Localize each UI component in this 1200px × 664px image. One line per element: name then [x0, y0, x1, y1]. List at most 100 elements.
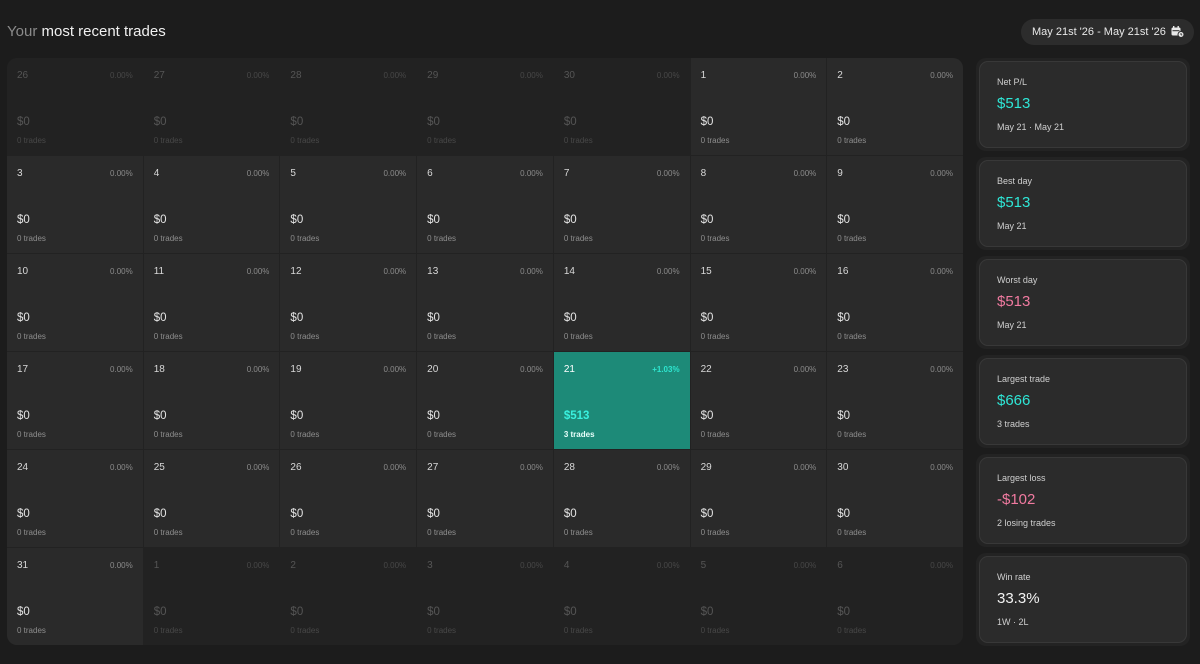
day-percent: 0.00% [656, 267, 680, 276]
day-trade-count: 0 trades [563, 234, 593, 243]
calendar-day-cell[interactable]: 10 0.00% $0 0 trades [7, 254, 143, 351]
calendar-day-cell[interactable]: 5 0.00% $0 0 trades [690, 548, 827, 645]
calendar-day-cell[interactable]: 2 0.00% $0 0 trades [280, 548, 417, 645]
day-trade-count: 0 trades [563, 626, 593, 635]
calendar-day-cell[interactable]: 27 0.00% $0 0 trades [417, 450, 553, 547]
stat-value: 33.3% [997, 590, 1040, 607]
calendar-day-cell[interactable]: 29 0.00% $0 0 trades [690, 450, 827, 547]
day-percent: 0.00% [930, 71, 953, 80]
date-range-picker[interactable]: May 21st '26 - May 21st '26 [1021, 19, 1194, 45]
stat-subtext: May 21 · May 21 [997, 122, 1065, 132]
day-number: 21 [563, 364, 575, 375]
calendar-day-cell[interactable]: 24 0.00% $0 0 trades [7, 450, 143, 547]
day-percent: 0.00% [656, 561, 680, 570]
calendar-day-cell[interactable]: 20 0.00% $0 0 trades [417, 352, 553, 449]
calendar-day-cell[interactable]: 5 0.00% $0 0 trades [280, 156, 417, 253]
day-amount: $0 [17, 214, 30, 226]
stat-label: Best day [997, 176, 1033, 186]
day-percent: 0.00% [246, 169, 270, 178]
calendar-day-cell[interactable]: 14 0.00% $0 0 trades [553, 254, 690, 351]
calendar-day-cell[interactable]: 31 0.00% $0 0 trades [7, 548, 143, 645]
page-title: Your most recent trades [7, 23, 166, 41]
calendar-day-cell[interactable]: 9 0.00% $0 0 trades [827, 156, 963, 253]
calendar-day-cell[interactable]: 23 0.00% $0 0 trades [827, 352, 963, 449]
day-amount: $0 [427, 410, 440, 422]
calendar-day-cell[interactable]: 13 0.00% $0 0 trades [417, 254, 553, 351]
calendar-day-cell[interactable]: 27 0.00% $0 0 trades [143, 58, 280, 155]
day-trade-count: 0 trades [290, 430, 320, 439]
calendar-grid: 26 0.00% $0 0 trades 27 0.00% $0 0 trades 28 0.00… [7, 58, 963, 645]
calendar-day-cell[interactable]: 6 0.00% $0 0 trades [417, 156, 553, 253]
day-number: 28 [290, 70, 302, 81]
day-amount: $0 [700, 508, 714, 520]
day-percent: 0.00% [656, 71, 680, 80]
day-amount: $0 [17, 312, 30, 324]
day-amount: $0 [427, 606, 440, 618]
calendar-day-cell[interactable]: 30 0.00% $0 0 trades [553, 58, 690, 155]
day-amount: $0 [563, 116, 577, 128]
day-number: 2 [290, 560, 296, 571]
stat-label: Largest trade [997, 374, 1051, 384]
calendar-day-cell[interactable]: 1 0.00% $0 0 trades [690, 58, 827, 155]
calendar-day-cell[interactable]: 19 0.00% $0 0 trades [280, 352, 417, 449]
calendar-day-cell[interactable]: 4 0.00% $0 0 trades [553, 548, 690, 645]
calendar-day-cell[interactable]: 12 0.00% $0 0 trades [280, 254, 417, 351]
calendar-day-cell[interactable]: 22 0.00% $0 0 trades [690, 352, 827, 449]
day-trade-count: 0 trades [563, 528, 593, 537]
stat-card-largest-trade: Largest trade $666 3 trades [976, 355, 1190, 448]
day-percent: 0.00% [656, 463, 680, 472]
stats-panel: Net P/L $513 May 21 · May 21 Best day $513 Ma… [976, 58, 1190, 652]
calendar-day-cell[interactable]: 1 0.00% $0 0 trades [143, 548, 280, 645]
page-title-main: most recent trades [41, 23, 166, 40]
calendar-day-cell[interactable]: 15 0.00% $0 0 trades [690, 254, 827, 351]
calendar-day-cell[interactable]: 2 0.00% $0 0 trades [827, 58, 963, 155]
calendar-day-cell[interactable]: 3 0.00% $0 0 trades [7, 156, 143, 253]
stat-value: -$102 [997, 491, 1036, 508]
calendar-day-cell[interactable]: 6 0.00% $0 0 trades [827, 548, 963, 645]
day-trade-count: 0 trades [700, 234, 730, 243]
calendar-day-cell[interactable]: 16 0.00% $0 0 trades [827, 254, 963, 351]
day-number: 3 [17, 168, 23, 179]
calendar-day-cell[interactable]: 8 0.00% $0 0 trades [690, 156, 827, 253]
calendar-day-cell[interactable]: 17 0.00% $0 0 trades [7, 352, 143, 449]
day-number: 15 [700, 266, 712, 277]
day-trade-count: 3 trades [563, 430, 595, 439]
stat-card-inner: Best day $513 May 21 [979, 160, 1187, 247]
day-percent: 0.00% [383, 169, 407, 178]
day-amount: $0 [837, 312, 851, 324]
day-percent: 0.00% [110, 71, 133, 80]
day-amount: $0 [17, 606, 30, 618]
calendar-day-cell[interactable]: 26 0.00% $0 0 trades [280, 450, 417, 547]
day-percent: 0.00% [110, 169, 133, 178]
day-trade-count: 0 trades [153, 136, 183, 145]
day-number: 22 [700, 364, 712, 375]
day-number: 12 [290, 266, 302, 277]
day-trade-count: 0 trades [427, 626, 457, 635]
calendar-day-cell[interactable]: 29 0.00% $0 0 trades [417, 58, 553, 155]
day-number: 6 [427, 168, 433, 179]
calendar-day-cell[interactable]: 7 0.00% $0 0 trades [553, 156, 690, 253]
day-trade-count: 0 trades [700, 528, 730, 537]
day-amount: $0 [17, 116, 30, 128]
day-number: 26 [17, 70, 29, 81]
calendar-day-cell[interactable]: 18 0.00% $0 0 trades [143, 352, 280, 449]
calendar-day-cell[interactable]: 3 0.00% $0 0 trades [417, 548, 553, 645]
calendar-day-cell[interactable]: 21 +1.03% $513 3 trades [553, 352, 690, 449]
day-percent: 0.00% [246, 71, 270, 80]
calendar-day-cell[interactable]: 28 0.00% $0 0 trades [553, 450, 690, 547]
calendar-day-cell[interactable]: 26 0.00% $0 0 trades [7, 58, 143, 155]
day-trade-count: 0 trades [17, 626, 46, 635]
calendar-day-cell[interactable]: 25 0.00% $0 0 trades [143, 450, 280, 547]
calendar-day-cell[interactable]: 11 0.00% $0 0 trades [143, 254, 280, 351]
day-trade-count: 0 trades [153, 430, 183, 439]
day-trade-count: 0 trades [700, 626, 730, 635]
day-trade-count: 0 trades [427, 332, 457, 341]
stat-subtext: 3 trades [997, 419, 1030, 429]
day-trade-count: 0 trades [427, 430, 457, 439]
stat-card-largest-loss: Largest loss -$102 2 losing trades [976, 454, 1190, 547]
calendar-day-cell[interactable]: 30 0.00% $0 0 trades [827, 450, 963, 547]
calendar-day-cell[interactable]: 4 0.00% $0 0 trades [143, 156, 280, 253]
day-amount: $513 [563, 410, 590, 422]
calendar-day-cell[interactable]: 28 0.00% $0 0 trades [280, 58, 417, 155]
stat-card-win-rate: Win rate 33.3% 1W · 2L [976, 553, 1190, 646]
